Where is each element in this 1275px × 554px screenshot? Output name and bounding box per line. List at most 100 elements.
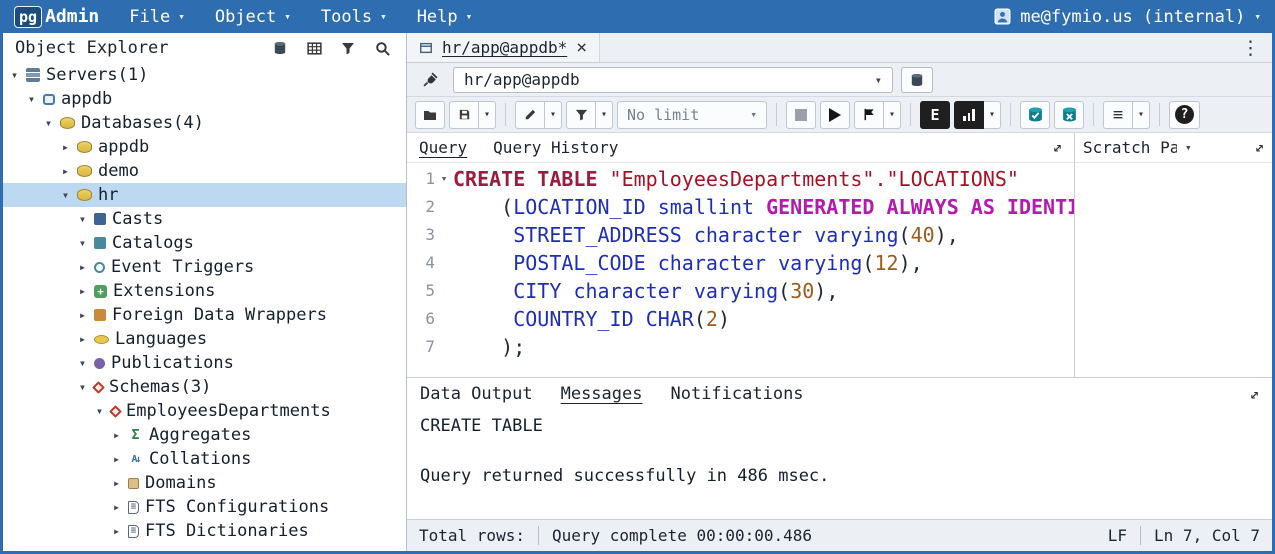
- menu-file[interactable]: File ▾: [129, 7, 185, 27]
- scratch-pad-body[interactable]: [1075, 163, 1272, 377]
- event-triggers-icon: [94, 262, 105, 273]
- explain-button[interactable]: E: [920, 101, 950, 129]
- search-icon[interactable]: [370, 36, 394, 60]
- chevron-down-icon[interactable]: ▾: [92, 404, 107, 418]
- tree-item-publications[interactable]: ▾Publications: [3, 351, 406, 375]
- tree-item-fts-configurations[interactable]: ▸FTS Configurations: [3, 495, 406, 519]
- code-text[interactable]: );: [453, 333, 1074, 361]
- code-text[interactable]: POSTAL_CODE character varying(12),: [453, 249, 1074, 277]
- chevron-down-icon[interactable]: ▾: [75, 380, 90, 394]
- execute-options-dropdown[interactable]: ▾: [884, 101, 901, 129]
- chevron-right-icon[interactable]: ▸: [75, 332, 90, 346]
- open-file-button[interactable]: [415, 101, 445, 129]
- tree-item-event-triggers[interactable]: ▸Event Triggers: [3, 255, 406, 279]
- new-connection-button[interactable]: [901, 67, 933, 93]
- chevron-down-icon[interactable]: ▾: [75, 236, 90, 250]
- explain-analyze-button[interactable]: [954, 101, 984, 129]
- sql-editor[interactable]: 1▾CREATE TABLE "EmployeesDepartments"."L…: [407, 163, 1074, 377]
- maximize-panel-icon[interactable]: ↔: [1244, 384, 1264, 404]
- tree-item-extensions[interactable]: ▸Extensions: [3, 279, 406, 303]
- tree-item-hr[interactable]: ▾hr: [3, 183, 406, 207]
- edit-options-dropdown[interactable]: ▾: [545, 101, 562, 129]
- filter-options-dropdown[interactable]: ▾: [596, 101, 613, 129]
- kebab-menu-icon[interactable]: ⋮: [1229, 37, 1272, 59]
- limit-select[interactable]: No limit ▾: [617, 101, 767, 129]
- chevron-down-icon[interactable]: ▾: [7, 68, 22, 82]
- eol-indicator[interactable]: LF: [1108, 526, 1127, 545]
- filter-icon[interactable]: [336, 36, 360, 60]
- code-text[interactable]: CITY character varying(30),: [453, 277, 1074, 305]
- menu-help[interactable]: Help ▾: [417, 7, 473, 27]
- code-text[interactable]: (LOCATION_ID smallint GENERATED ALWAYS A…: [453, 193, 1074, 221]
- tree-item-aggregates[interactable]: ▸Aggregates: [3, 423, 406, 447]
- tab-notifications[interactable]: Notifications: [670, 384, 803, 404]
- view-data-icon[interactable]: [302, 36, 326, 60]
- maximize-panel-icon[interactable]: ↔: [1047, 137, 1067, 157]
- filter-button[interactable]: [566, 101, 596, 129]
- chevron-right-icon[interactable]: ▸: [75, 260, 90, 274]
- scratch-pad-title[interactable]: Scratch Pad: [1083, 138, 1177, 157]
- code-text[interactable]: COUNTRY_ID CHAR(2): [453, 305, 1074, 333]
- tree-item-fts-dictionaries[interactable]: ▸FTS Dictionaries: [3, 519, 406, 543]
- tree-item-catalogs[interactable]: ▾Catalogs: [3, 231, 406, 255]
- tab-query[interactable]: Query: [419, 138, 467, 157]
- commit-button[interactable]: [1020, 101, 1050, 129]
- chevron-right-icon[interactable]: ▸: [109, 500, 124, 514]
- chevron-right-icon[interactable]: ▸: [75, 308, 90, 322]
- execute-to-flag-button[interactable]: [854, 101, 884, 129]
- menu-tools[interactable]: Tools ▾: [321, 7, 387, 27]
- help-button[interactable]: ?: [1169, 101, 1200, 129]
- chevron-right-icon[interactable]: ▸: [58, 164, 73, 178]
- chevron-down-icon[interactable]: ▾: [1185, 141, 1192, 154]
- stop-button[interactable]: [786, 101, 816, 129]
- maximize-panel-icon[interactable]: ↔: [1249, 137, 1269, 157]
- chevron-down-icon[interactable]: ▾: [75, 212, 90, 226]
- chevron-down-icon[interactable]: ▾: [41, 116, 56, 130]
- code-fold-icon[interactable]: ▾: [435, 165, 453, 193]
- tab-data-output[interactable]: Data Output: [420, 384, 533, 404]
- save-options-dropdown[interactable]: ▾: [479, 101, 496, 129]
- chevron-down-icon[interactable]: ▾: [58, 188, 73, 202]
- tree-item-servers-1-[interactable]: ▾Servers(1): [3, 63, 406, 87]
- chevron-right-icon[interactable]: ▸: [75, 284, 90, 298]
- tree-item-domains[interactable]: ▸Domains: [3, 471, 406, 495]
- chevron-right-icon[interactable]: ▸: [109, 428, 124, 442]
- query-tool-icon[interactable]: [268, 36, 292, 60]
- save-button[interactable]: [449, 101, 479, 129]
- extensions-icon: [94, 285, 107, 298]
- tree-item-appdb[interactable]: ▸appdb: [3, 135, 406, 159]
- chevron-down-icon[interactable]: ▾: [24, 92, 39, 106]
- code-text[interactable]: STREET_ADDRESS character varying(40),: [453, 221, 1074, 249]
- explain-analyze-dropdown[interactable]: ▾: [984, 101, 1001, 129]
- tree-item-foreign-data-wrappers[interactable]: ▸Foreign Data Wrappers: [3, 303, 406, 327]
- tree-item-employeesdepartments[interactable]: ▾EmployeesDepartments: [3, 399, 406, 423]
- query-tool-tab[interactable]: hr/app@appdb* ×: [407, 33, 600, 62]
- tab-query-history[interactable]: Query History: [493, 138, 618, 157]
- macros-button[interactable]: ≡: [1103, 101, 1133, 129]
- execute-button[interactable]: [820, 101, 850, 129]
- macros-dropdown[interactable]: ▾: [1133, 101, 1150, 129]
- chevron-right-icon[interactable]: ▸: [58, 140, 73, 154]
- tree-item-casts[interactable]: ▾Casts: [3, 207, 406, 231]
- tree-item-demo[interactable]: ▸demo: [3, 159, 406, 183]
- connection-selector[interactable]: hr/app@appdb ▾: [453, 67, 893, 93]
- menu-object[interactable]: Object ▾: [215, 7, 291, 27]
- edit-button[interactable]: [515, 101, 545, 129]
- tree-item-collations[interactable]: ▸Collations: [3, 447, 406, 471]
- chevron-right-icon[interactable]: ▸: [109, 452, 124, 466]
- chevron-down-icon[interactable]: ▾: [75, 356, 90, 370]
- code-text[interactable]: CREATE TABLE "EmployeesDepartments"."LOC…: [453, 165, 1074, 193]
- user-menu[interactable]: me@fymio.us (internal) ▾: [994, 7, 1261, 27]
- tree-item-appdb[interactable]: ▾appdb: [3, 87, 406, 111]
- chevron-right-icon[interactable]: ▸: [109, 524, 124, 538]
- tree-item-languages[interactable]: ▸Languages: [3, 327, 406, 351]
- cursor-position[interactable]: Ln 7, Col 7: [1154, 526, 1260, 545]
- tab-messages[interactable]: Messages: [561, 384, 643, 404]
- rollback-button[interactable]: [1054, 101, 1084, 129]
- chevron-right-icon[interactable]: ▸: [109, 476, 124, 490]
- tree-item-databases-4-[interactable]: ▾Databases(4): [3, 111, 406, 135]
- line-number: 5: [407, 277, 435, 305]
- close-icon[interactable]: ×: [576, 39, 587, 57]
- tree-item-schemas-3-[interactable]: ▾Schemas(3): [3, 375, 406, 399]
- connection-status-icon[interactable]: [415, 67, 445, 93]
